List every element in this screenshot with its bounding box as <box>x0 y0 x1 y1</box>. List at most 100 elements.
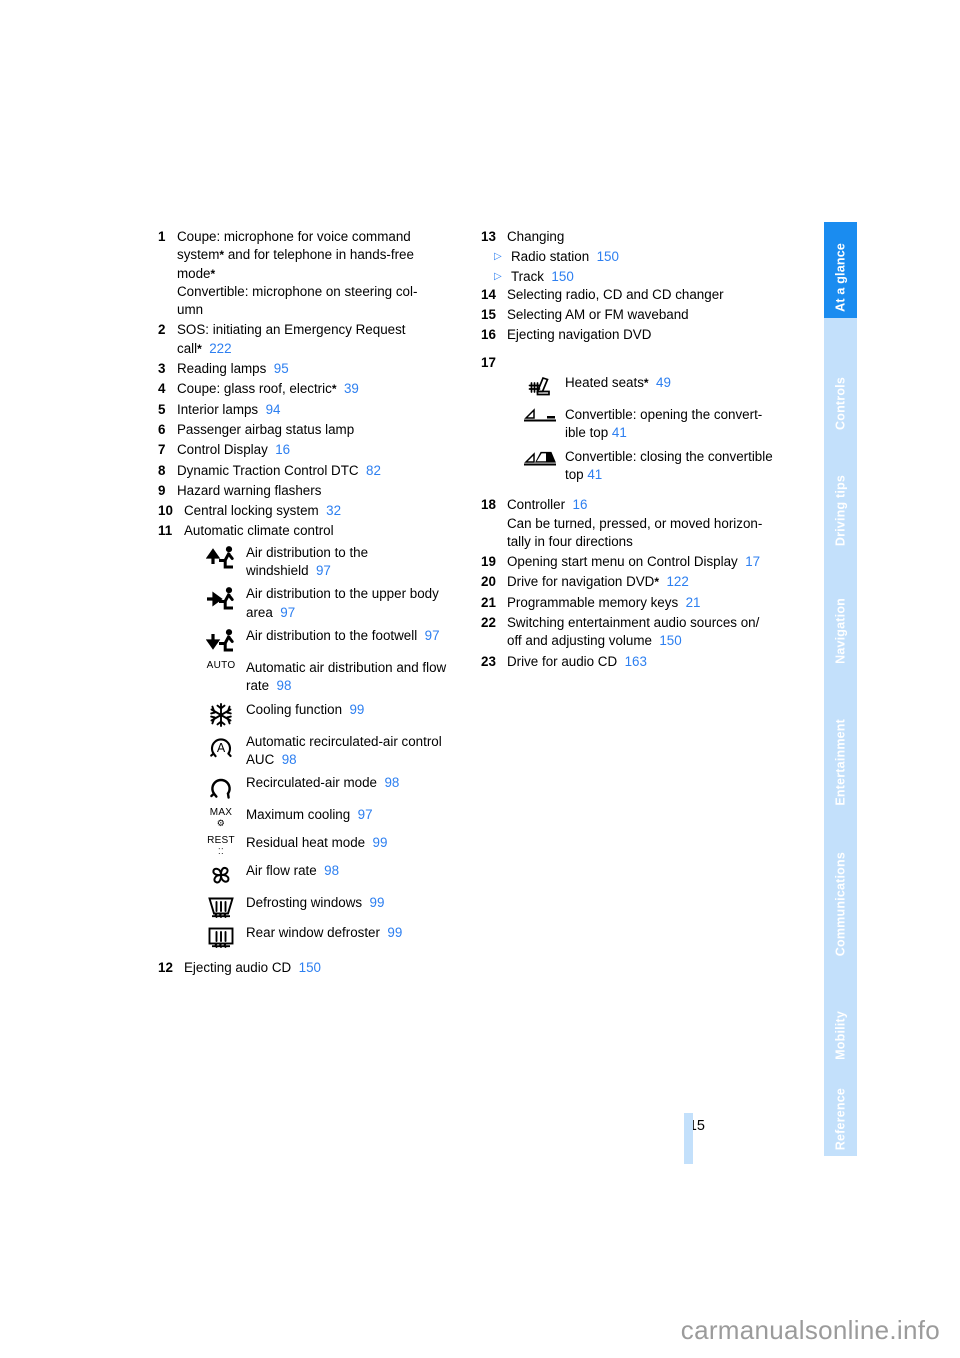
page-reference[interactable]: 39 <box>344 381 359 396</box>
page-reference[interactable]: 32 <box>326 503 341 518</box>
page-reference[interactable]: 16 <box>275 442 290 457</box>
seat-top-icon-row: Convertible: closing the convertible top … <box>515 448 801 485</box>
page-reference[interactable]: 95 <box>274 361 289 376</box>
item-number: 6 <box>158 421 166 437</box>
air-distribution-windshield-icon <box>196 544 246 571</box>
heated-seat-icon <box>515 374 565 401</box>
item-body: Switching entertainment audio sources on… <box>507 614 801 651</box>
item-number: 17 <box>481 354 496 370</box>
entry-line: tally in four directions <box>507 533 633 549</box>
list-item-6: 6 Passenger airbag status lamp <box>158 421 470 439</box>
chapter-tab-controls[interactable]: Controls <box>824 318 857 436</box>
entry-line: Can be turned, pressed, or moved horizon… <box>507 515 763 531</box>
list-item-21: 21 Programmable memory keys 21 <box>481 594 801 612</box>
air-distribution-upper-body-icon <box>196 585 246 612</box>
page-reference[interactable]: 150 <box>659 633 681 648</box>
entry-line: Automatic climate control <box>184 523 334 539</box>
page-reference[interactable]: 97 <box>316 563 331 578</box>
chapter-tab-label: Controls <box>833 377 847 430</box>
page-reference[interactable]: 21 <box>686 595 701 610</box>
list-item-3: 3 Reading lamps 95 <box>158 360 470 378</box>
entry-line: system* and for telephone in hands-free <box>177 247 414 263</box>
icon-row-label: Maximum cooling 97 <box>246 806 470 824</box>
chapter-tab-driving-tips[interactable]: Driving tips <box>824 436 857 552</box>
page-reference[interactable]: 163 <box>625 654 647 669</box>
chapter-tab-navigation[interactable]: Navigation <box>824 552 857 670</box>
item-body: Ejecting navigation DVD <box>507 327 652 343</box>
page-number: 15 <box>688 1118 705 1134</box>
chapter-tab-at-a-glance[interactable]: At a glance <box>824 222 857 318</box>
chapter-tab-entertainment[interactable]: Entertainment <box>824 670 857 812</box>
icon-row-text-line: Residual heat mode 99 <box>246 835 388 851</box>
item-body: SOS: initiating an Emergency Request call… <box>177 321 470 358</box>
page-reference[interactable]: 150 <box>551 269 573 284</box>
climate-icon-row: MAX ⚙ Maximum cooling 97 <box>196 806 470 829</box>
snowflake-cooling-icon <box>196 701 246 728</box>
page-reference[interactable]: 150 <box>597 249 619 264</box>
page-reference[interactable]: 99 <box>370 895 385 910</box>
page-reference[interactable]: 97 <box>425 628 440 643</box>
page-reference[interactable]: 41 <box>612 425 627 440</box>
climate-icon-row: Recirculated-air mode 98 <box>196 774 470 801</box>
list-item-23: 23 Drive for audio CD 163 <box>481 653 801 671</box>
page-reference[interactable]: 150 <box>299 960 321 975</box>
residual-heat-label: REST ⁚⁚ <box>207 835 235 857</box>
icon-row-text-line: windshield 97 <box>246 563 331 579</box>
page-reference[interactable]: 98 <box>324 863 339 878</box>
climate-icon-row: Air flow rate 98 <box>196 862 470 889</box>
icon-row-text-line: rate 98 <box>246 678 292 694</box>
entry-line: Interior lamps 94 <box>177 401 281 417</box>
climate-icon-row: Cooling function 99 <box>196 701 470 728</box>
page-reference[interactable]: 98 <box>282 752 297 767</box>
page-reference[interactable]: 82 <box>366 463 381 478</box>
page-reference[interactable]: 98 <box>384 775 399 790</box>
page-reference[interactable]: 99 <box>349 702 364 717</box>
page-reference[interactable]: 222 <box>209 341 231 356</box>
page-reference[interactable]: 122 <box>666 574 688 589</box>
chapter-tab-label: Navigation <box>833 598 847 664</box>
seat-top-icon-row: Convertible: opening the convert-ible to… <box>515 406 801 443</box>
page-reference[interactable]: 41 <box>587 467 602 482</box>
triangle-bullet-icon: ▷ <box>494 251 502 263</box>
list-item-22: 22 Switching entertainment audio sources … <box>481 614 801 651</box>
entry-line: umn <box>177 302 204 318</box>
icon-row-label: Residual heat mode 99 <box>246 834 470 852</box>
page-reference[interactable]: 16 <box>573 497 588 512</box>
page-reference[interactable]: 97 <box>280 605 295 620</box>
convertible-top-open-icon <box>515 406 565 423</box>
page-reference[interactable]: 17 <box>745 554 760 569</box>
list-item-10: 10 Central locking system 32 <box>158 502 470 520</box>
chapter-tab-reference[interactable]: Reference <box>824 1066 857 1156</box>
list-item-8: 8 Dynamic Traction Control DTC 82 <box>158 462 470 480</box>
icon-row-text-line: Automatic recirculated-air control <box>246 733 442 749</box>
page-reference[interactable]: 97 <box>358 807 373 822</box>
entry-line: Passenger airbag status lamp <box>177 421 355 437</box>
chapter-tab-sidebar: At a glance Controls Driving tips Navigatio… <box>824 222 857 1156</box>
list-item-18: 18 Controller 16 Can be turned, pressed, o… <box>481 496 801 551</box>
item-number: 12 <box>158 960 173 976</box>
optional-equipment-asterisk: * <box>219 248 225 263</box>
page-reference[interactable]: 98 <box>277 678 292 693</box>
item-number: 20 <box>481 574 496 590</box>
climate-icon-row: Air distribution to the upper body area 9… <box>196 585 470 622</box>
climate-icon-row: REST ⁚⁚ Residual heat mode 99 <box>196 834 470 857</box>
page-reference[interactable]: 94 <box>266 402 281 417</box>
chapter-tab-mobility[interactable]: Mobility <box>824 962 857 1066</box>
page-reference[interactable]: 49 <box>656 375 671 390</box>
icon-row-text-line: Heated seats* 49 <box>565 375 671 391</box>
item-body: Coupe: glass roof, electric* 39 <box>177 380 470 398</box>
icon-row-label: Heated seats* 49 <box>565 374 801 392</box>
item-number: 2 <box>158 322 166 338</box>
residual-heat-icon: REST ⁚⁚ <box>196 834 246 857</box>
chapter-tab-label: Entertainment <box>833 719 847 806</box>
page-reference[interactable]: 99 <box>387 925 402 940</box>
item-body: Opening start menu on Control Display 17 <box>507 554 761 570</box>
item-body: Reading lamps 95 <box>177 360 470 378</box>
item-body: Controller 16 Can be turned, pressed, or … <box>507 496 801 551</box>
chapter-tab-communications[interactable]: Communications <box>824 812 857 962</box>
icon-row-text-line: Convertible: opening the convert- <box>565 407 763 423</box>
list-item-15: 15 Selecting AM or FM waveband <box>481 306 801 324</box>
page-reference[interactable]: 99 <box>373 835 388 850</box>
